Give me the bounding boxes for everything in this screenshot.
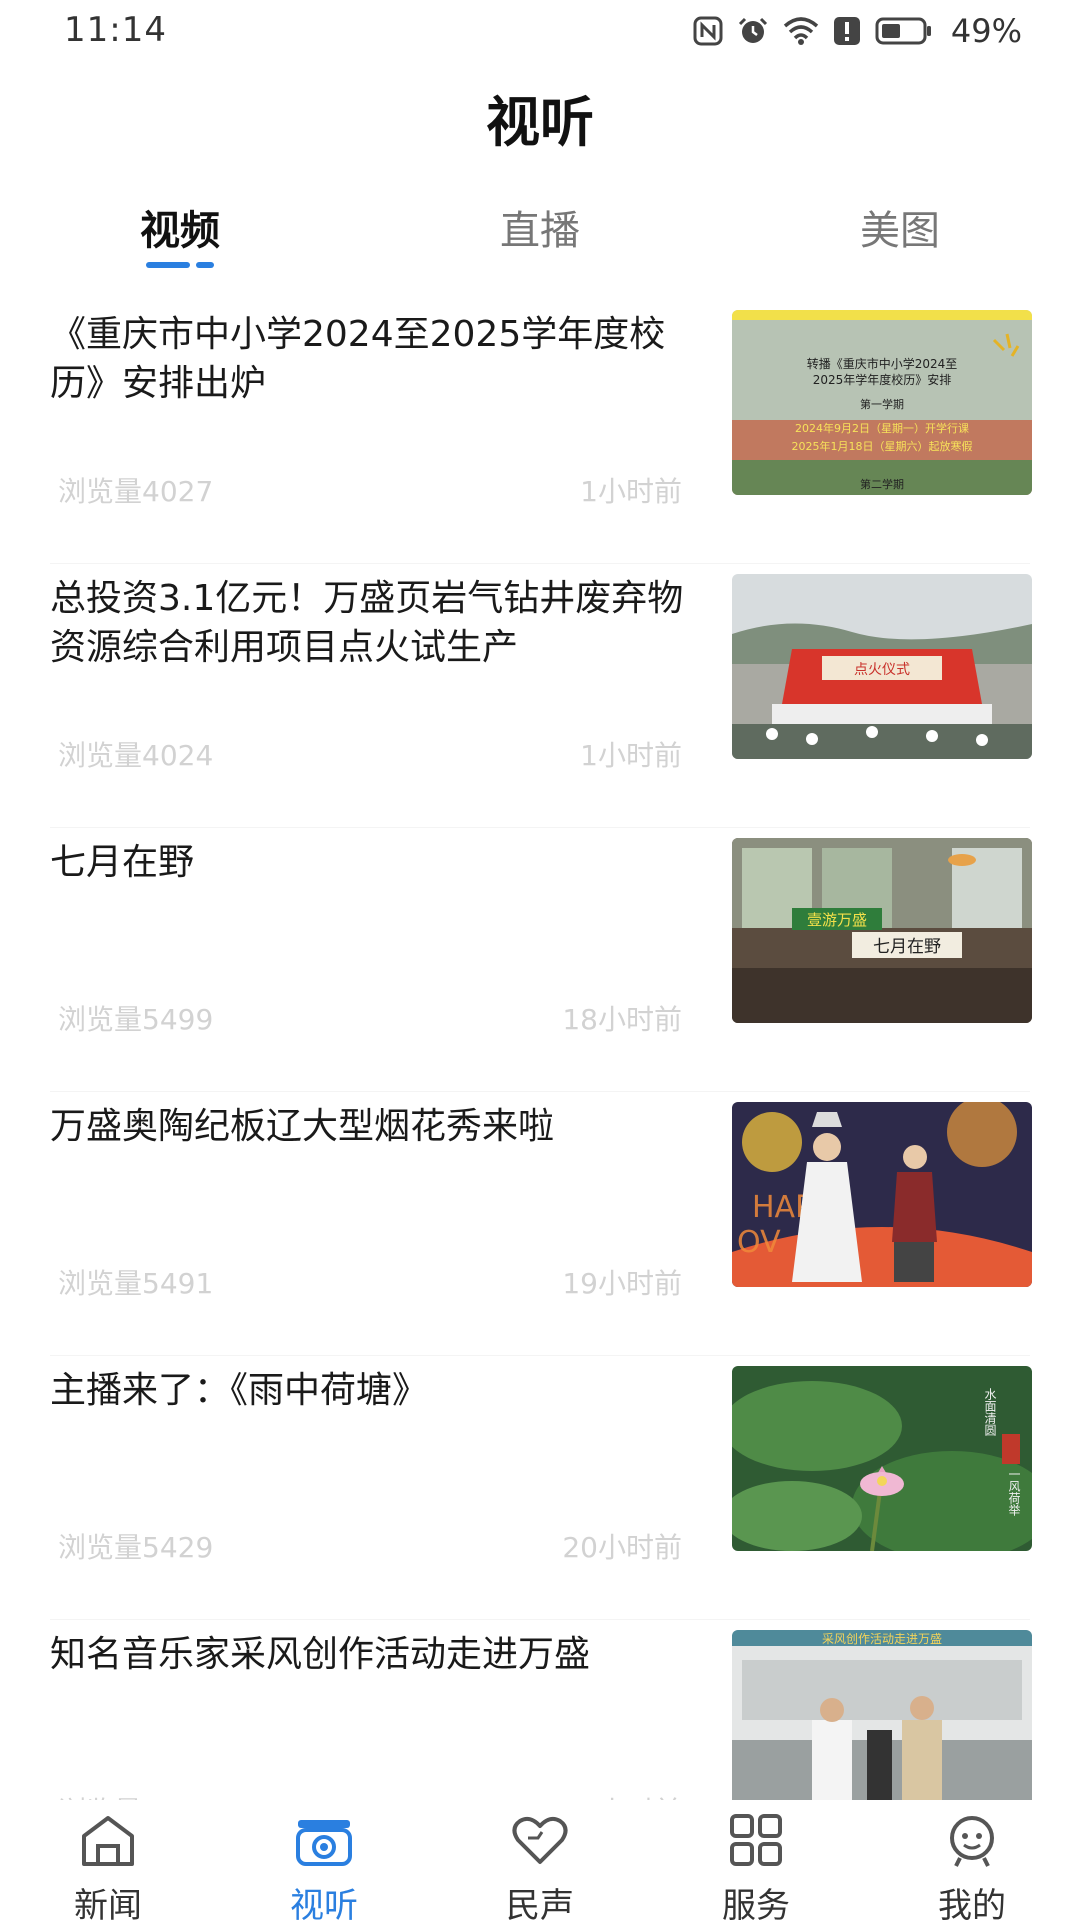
item-views: 浏览量5499 (58, 1003, 214, 1036)
thumb-text: 第一学期 (860, 397, 904, 411)
item-views: 浏览量5504 (58, 1790, 213, 1800)
thumb-text: 2025年1月18日（星期六）起放寒假 (792, 439, 973, 453)
item-title[interactable]: 万盛奥陶纪板辽大型烟花秀来啦 (50, 1102, 690, 1151)
item-title[interactable]: 《重庆市中小学2024至2025学年度校历》安排出炉 (50, 310, 690, 408)
wifi-icon (783, 17, 819, 45)
nav-services[interactable]: 服务 (648, 1800, 864, 1926)
item-title[interactable]: 知名音乐家采风创作活动走进万盛 (50, 1630, 690, 1679)
item-time: 1小时前 (580, 475, 682, 508)
thumb-text: 点火仪式 (854, 662, 910, 678)
thumb-text: 一一风荷举 (1007, 1456, 1021, 1516)
thumb-text: 2025年学年度校历》安排 (813, 372, 952, 387)
battery-icon (875, 17, 931, 45)
item-views: 浏览量4027 (58, 475, 214, 508)
thumb-text: 壹游万盛 (807, 911, 867, 929)
status-bar: 11:14 49% (0, 0, 1080, 64)
list-item[interactable]: 总投资3.1亿元！万盛页岩气钻井废弃物资源综合利用项目点火试生产 浏览量4024… (0, 564, 1080, 828)
item-views: 浏览量5429 (58, 1531, 214, 1564)
item-thumbnail[interactable]: HAPPY OV (732, 1102, 1032, 1287)
item-thumbnail[interactable]: 壹游万盛 七月在野 (732, 838, 1032, 1023)
user-icon (950, 1816, 994, 1867)
item-title[interactable]: 七月在野 (50, 838, 690, 887)
nav-media[interactable]: 视听 (216, 1800, 432, 1926)
item-views: 浏览量4024 (58, 739, 214, 772)
alert-icon (833, 17, 860, 45)
item-thumbnail[interactable]: 采风创作活动走进万盛 (732, 1630, 1032, 1800)
item-thumbnail[interactable]: 点火仪式 (732, 574, 1032, 759)
thumb-text: 水面清圆 (983, 1388, 997, 1437)
grid-icon (730, 1814, 782, 1866)
item-views: 浏览量5491 (58, 1267, 214, 1300)
item-title[interactable]: 主播来了：《雨中荷塘》 (50, 1366, 690, 1415)
list-item[interactable]: 《重庆市中小学2024至2025学年度校历》安排出炉 浏览量4027 1小时前 … (0, 300, 1080, 564)
thumb-text: 采风创作活动走进万盛 (822, 1631, 942, 1646)
nav-profile[interactable]: 我的 (864, 1800, 1080, 1926)
tab-gallery[interactable]: 美图 (800, 198, 1000, 256)
item-title[interactable]: 总投资3.1亿元！万盛页岩气钻井废弃物资源综合利用项目点火试生产 (50, 574, 690, 672)
list-item[interactable]: 万盛奥陶纪板辽大型烟花秀来啦 浏览量5491 19小时前 HAPPY OV (0, 1092, 1080, 1356)
list-item[interactable]: 七月在野 浏览量5499 18小时前 壹游万盛 七月在野 (0, 828, 1080, 1092)
item-time: 1小时前 (580, 739, 682, 772)
list-item[interactable]: 知名音乐家采风创作活动走进万盛 浏览量5504 21小时前 采风创作活动走进万盛 (0, 1620, 1080, 1800)
item-time: 20小时前 (562, 1531, 682, 1564)
status-time: 11:14 (64, 10, 167, 50)
tab-live[interactable]: 直播 (440, 198, 640, 256)
thumb-text: 第二学期 (860, 477, 904, 491)
thumb-text: 转播《重庆市中小学2024至 (807, 356, 958, 371)
battery-percent: 49% (950, 12, 1022, 50)
tab-bar: 视频 直播 美图 (0, 190, 1080, 280)
page-title: 视听 (486, 91, 594, 154)
camera-icon (296, 1820, 352, 1866)
video-list[interactable]: 《重庆市中小学2024至2025学年度校历》安排出炉 浏览量4027 1小时前 … (0, 300, 1080, 1800)
thumb-text: 七月在野 (873, 937, 941, 957)
alarm-icon (738, 17, 767, 43)
nav-voice[interactable]: 民声 (432, 1800, 648, 1926)
item-thumbnail[interactable]: 水面清圆 一一风荷举 (732, 1366, 1032, 1551)
item-time: 21小时前 (562, 1790, 682, 1800)
tab-video[interactable]: 视频 (80, 198, 280, 256)
status-icons: 49% (693, 12, 1022, 50)
list-item[interactable]: 主播来了：《雨中荷塘》 浏览量5429 20小时前 水面清圆 一一风荷举 (0, 1356, 1080, 1620)
tab-active-indicator (146, 262, 214, 268)
item-thumbnail[interactable]: 转播《重庆市中小学2024至 2025年学年度校历》安排 第一学期 2024年9… (732, 310, 1032, 495)
nfc-icon (693, 16, 723, 46)
item-time: 18小时前 (562, 1003, 682, 1036)
nav-news[interactable]: 新闻 (0, 1800, 216, 1926)
heart-icon (512, 1816, 568, 1864)
bottom-nav: 新闻 视听 民声 服务 我的 (0, 1800, 1080, 1926)
home-icon (82, 1816, 134, 1866)
thumb-text: 2024年9月2日（星期一）开学行课 (795, 421, 969, 435)
thumb-text: OV (737, 1225, 781, 1260)
item-time: 19小时前 (562, 1267, 682, 1300)
